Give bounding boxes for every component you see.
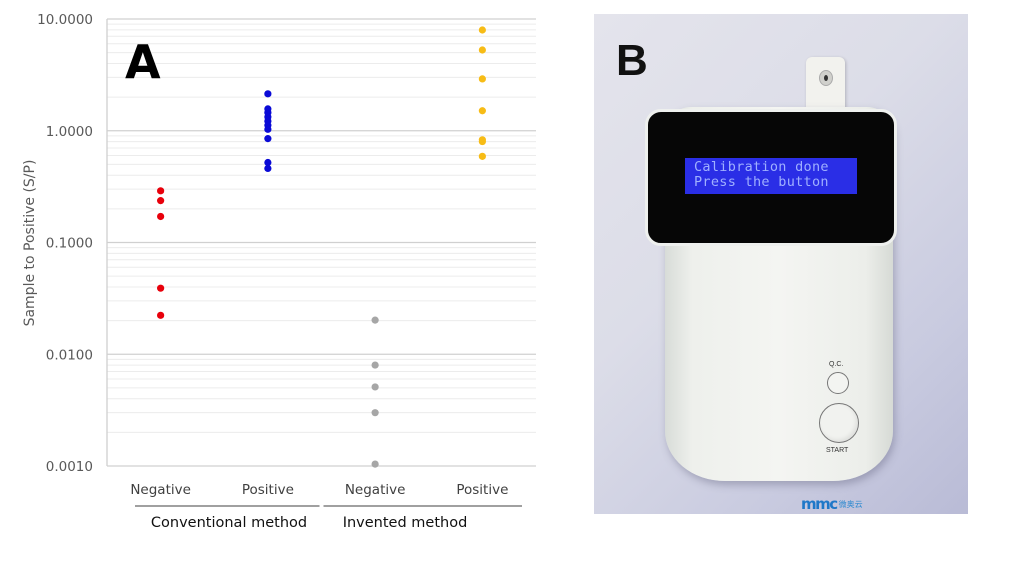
data-point	[478, 107, 486, 115]
group-label: Conventional method	[151, 515, 307, 531]
data-point	[478, 75, 486, 83]
group-label: Invented method	[343, 515, 468, 531]
data-points	[157, 26, 486, 468]
data-point	[157, 197, 165, 205]
qc-button[interactable]	[827, 372, 849, 394]
logo-mark: mmc	[801, 495, 838, 513]
scatter-chart: 10.0000 1.0000 0.1000 0.0100 0.0010 Negative…	[22, 12, 536, 531]
data-point	[478, 152, 486, 160]
data-point	[371, 383, 379, 391]
brand-logo: mmc 微奥云	[801, 495, 863, 513]
data-point	[478, 26, 486, 34]
data-point	[478, 137, 486, 146]
gridlines	[107, 18, 536, 467]
qc-label: Q.C.	[829, 361, 844, 368]
data-point	[478, 46, 486, 54]
x-category-label: Negative	[345, 482, 406, 498]
data-point	[264, 90, 272, 98]
data-point	[264, 135, 272, 143]
data-point	[371, 361, 379, 369]
lcd-display: Calibration done Press the button	[685, 158, 857, 194]
sensor-hole-icon	[819, 70, 833, 86]
data-point	[371, 409, 379, 417]
logo-chinese-text: 微奥云	[838, 499, 863, 509]
sensor-tab	[806, 57, 845, 109]
x-category-label: Positive	[242, 482, 294, 498]
y-tick-labels: 10.0000 1.0000 0.1000 0.0100 0.0010	[37, 12, 93, 475]
y-tick-label: 0.1000	[46, 236, 93, 252]
x-category-label: Negative	[130, 482, 191, 498]
data-point	[157, 284, 165, 292]
x-category-labels: Negative Positive Negative Positive Conventi…	[130, 482, 522, 531]
y-tick-label: 1.0000	[46, 124, 93, 140]
lcd-line-1: Calibration done	[694, 159, 829, 175]
start-button[interactable]	[819, 403, 859, 443]
y-tick-label: 10.0000	[37, 12, 93, 28]
panel-label-b: B	[616, 36, 648, 85]
device-photo: B Q.C. START mmc 微奥云 Calibration done Pr…	[594, 14, 968, 514]
panel-label-a: A	[125, 35, 161, 89]
data-point	[371, 316, 379, 324]
data-point	[371, 460, 379, 468]
data-point	[157, 212, 165, 221]
data-point	[264, 125, 272, 133]
start-label: START	[826, 447, 849, 454]
y-tick-label: 0.0010	[46, 459, 93, 475]
data-point	[157, 187, 165, 195]
y-tick-label: 0.0100	[46, 347, 93, 363]
data-point	[264, 164, 272, 173]
y-axis-label: Sample to Positive (S/P)	[22, 160, 38, 327]
screen-bezel: Calibration done Press the button	[645, 109, 897, 246]
x-category-label: Positive	[456, 482, 508, 498]
lcd-line-2: Press the button	[694, 174, 829, 190]
data-point	[157, 311, 165, 319]
